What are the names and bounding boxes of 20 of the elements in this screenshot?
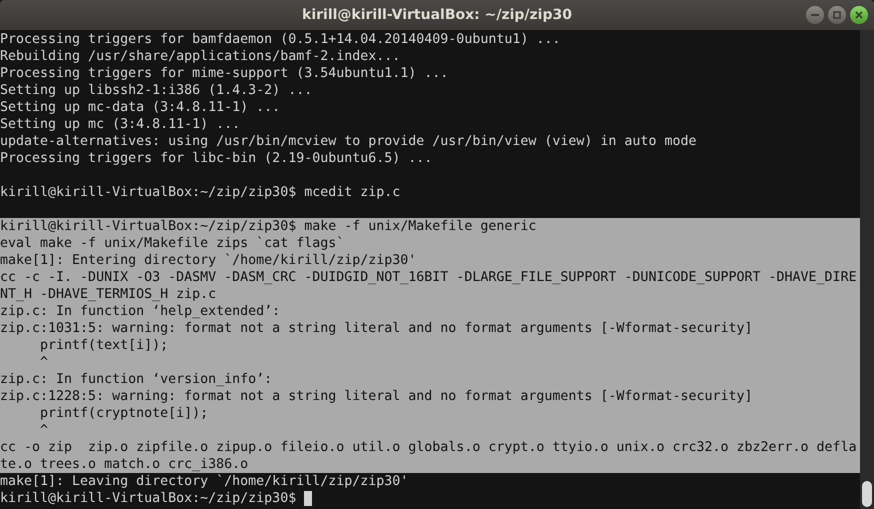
terminal-line: Processing triggers for mime-support (3.54ubuntu1.1) ... xyxy=(0,65,448,82)
window-title: kirill@kirill-VirtualBox: ~/zip/zip30 xyxy=(302,6,572,24)
close-icon xyxy=(855,11,863,19)
terminal-line: Processing triggers for libc-bin (2.19-0ubuntu6.5) ... xyxy=(0,150,432,167)
maximize-button[interactable] xyxy=(828,6,846,24)
scrollbar[interactable] xyxy=(860,30,874,509)
terminal-line: Setting up mc-data (3:4.8.11-1) ... xyxy=(0,99,280,116)
terminal-line: update-alternatives: using /usr/bin/mcview to provide /usr/bin/view (view) in auto mode xyxy=(0,133,696,150)
terminal-line: Setting up mc (3:4.8.11-1) ... xyxy=(0,116,240,133)
terminal-line: make[1]: Leaving directory `/home/kirill/zip/zip30' xyxy=(0,473,408,490)
terminal-line: Rebuilding /usr/share/applications/bamf-2.index... xyxy=(0,48,400,65)
close-button[interactable] xyxy=(850,6,868,24)
terminal-line: kirill@kirill-VirtualBox:~/zip/zip30$ xyxy=(0,490,296,507)
minimize-icon xyxy=(811,14,819,16)
terminal-line: Processing triggers for bamfdaemon (0.5.1+14.04.20140409-0ubuntu1) ... xyxy=(0,31,560,48)
maximize-icon xyxy=(833,11,841,19)
terminal-line: Setting up libssh2-1:i386 (1.4.3-2) ... xyxy=(0,82,312,99)
scrollbar-thumb[interactable] xyxy=(862,481,872,507)
terminal-line: kirill@kirill-VirtualBox:~/zip/zip30$ mcedit zip.c xyxy=(0,184,400,201)
minimize-button[interactable] xyxy=(806,6,824,24)
